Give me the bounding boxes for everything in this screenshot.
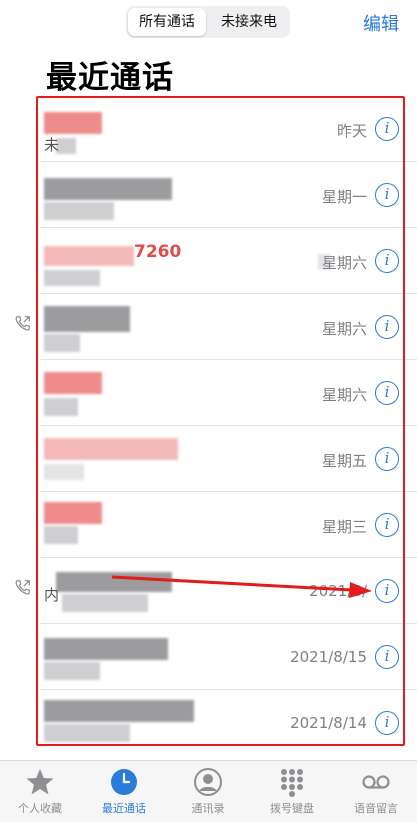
tab-voicemail[interactable]: 语音留言 — [336, 767, 416, 821]
call-row[interactable]: 未 昨天 i — [0, 98, 417, 162]
call-time: 2021/8/ — [309, 582, 367, 600]
call-subtitle: 未 — [44, 136, 60, 154]
blurred-detail — [44, 334, 80, 352]
call-time: 2021/8/15 — [290, 648, 367, 666]
voicemail-icon — [362, 775, 390, 789]
star-icon — [26, 769, 54, 795]
call-time: 星期五 — [321, 452, 367, 470]
page-title: 最近通话 — [46, 60, 174, 96]
blurred-name — [44, 438, 178, 460]
tab-contacts[interactable]: 通讯录 — [168, 767, 248, 821]
outgoing-call-icon — [15, 580, 30, 595]
blurred-name — [44, 502, 102, 524]
info-icon[interactable]: i — [375, 381, 399, 405]
tab-recents[interactable]: 最近通话 — [84, 767, 164, 821]
tab-label: 语音留言 — [354, 802, 398, 815]
blurred-detail — [44, 270, 100, 286]
blurred-detail — [44, 464, 84, 480]
call-time: 昨天 — [336, 122, 367, 140]
call-time: 2021/8/14 — [290, 714, 367, 732]
tab-label: 最近通话 — [102, 802, 146, 815]
outgoing-call-icon — [15, 316, 30, 331]
top-bar: 所有通话 未接来电 编辑 — [0, 0, 417, 48]
call-filter-segmented-control: 所有通话 未接来电 — [126, 6, 290, 38]
edit-button[interactable]: 编辑 — [363, 10, 399, 36]
row-divider — [40, 491, 417, 492]
blurred-name — [44, 178, 172, 200]
info-icon[interactable]: i — [375, 117, 399, 141]
blurred-name — [44, 638, 168, 660]
blurred-detail — [44, 526, 78, 544]
row-divider — [40, 557, 417, 558]
row-divider — [40, 161, 417, 162]
blurred-detail — [44, 724, 130, 742]
call-time: 星期一 — [321, 188, 367, 206]
blurred-name — [44, 372, 102, 394]
tab-keypad[interactable]: 拨号键盘 — [252, 767, 332, 821]
call-time: 星期三 — [321, 518, 367, 536]
info-icon[interactable]: i — [375, 645, 399, 669]
info-icon[interactable]: i — [375, 711, 399, 735]
blurred-name — [44, 246, 134, 266]
blurred-detail — [44, 398, 78, 416]
row-divider — [40, 689, 417, 690]
call-row[interactable]: 2021/8/14 i — [0, 692, 417, 756]
call-row[interactable]: 星期三 i — [0, 494, 417, 558]
row-divider — [40, 623, 417, 624]
tab-bar: 个人收藏 最近通话 通讯录 拨号键盘 语音留言 — [0, 760, 417, 822]
blurred-name — [44, 112, 102, 134]
call-row[interactable]: 星期六 i — [0, 296, 417, 360]
row-divider — [40, 227, 417, 228]
info-icon[interactable]: i — [375, 447, 399, 471]
blurred-detail — [62, 594, 148, 612]
call-row[interactable]: 2021/8/15 i — [0, 626, 417, 690]
row-divider — [40, 293, 417, 294]
call-row[interactable]: 星期一 i — [0, 164, 417, 228]
info-icon[interactable]: i — [375, 579, 399, 603]
call-name-fragment: 7260 — [134, 242, 182, 262]
segment-all-calls[interactable]: 所有通话 — [128, 8, 206, 36]
call-time: 星期六 — [321, 386, 367, 404]
info-icon[interactable]: i — [375, 249, 399, 273]
info-icon[interactable]: i — [375, 513, 399, 537]
clock-icon — [111, 769, 137, 795]
row-divider — [40, 425, 417, 426]
keypad-icon — [281, 769, 303, 797]
blurred-detail — [44, 662, 100, 680]
contact-icon — [194, 768, 222, 796]
call-row[interactable]: 星期六 i — [0, 362, 417, 426]
tab-label: 通讯录 — [191, 802, 225, 815]
tab-favorites[interactable]: 个人收藏 — [0, 767, 80, 821]
blurred-name — [44, 700, 194, 722]
tab-label: 个人收藏 — [18, 802, 62, 815]
tab-label: 拨号键盘 — [270, 802, 314, 815]
blurred-name — [56, 572, 172, 592]
row-divider — [40, 359, 417, 360]
call-time: 星期六 — [321, 320, 367, 338]
segment-missed-calls[interactable]: 未接来电 — [210, 8, 288, 36]
call-row[interactable]: 星期五 i — [0, 428, 417, 492]
info-icon[interactable]: i — [375, 183, 399, 207]
blurred-name — [44, 306, 130, 332]
call-time: 星期六 — [321, 254, 367, 272]
call-subtitle: 内 — [44, 586, 60, 604]
info-icon[interactable]: i — [375, 315, 399, 339]
call-row[interactable]: 内 2021/8/ i — [0, 560, 417, 624]
blurred-detail — [44, 202, 114, 220]
call-row[interactable]: 7260 星期六 i — [0, 230, 417, 294]
